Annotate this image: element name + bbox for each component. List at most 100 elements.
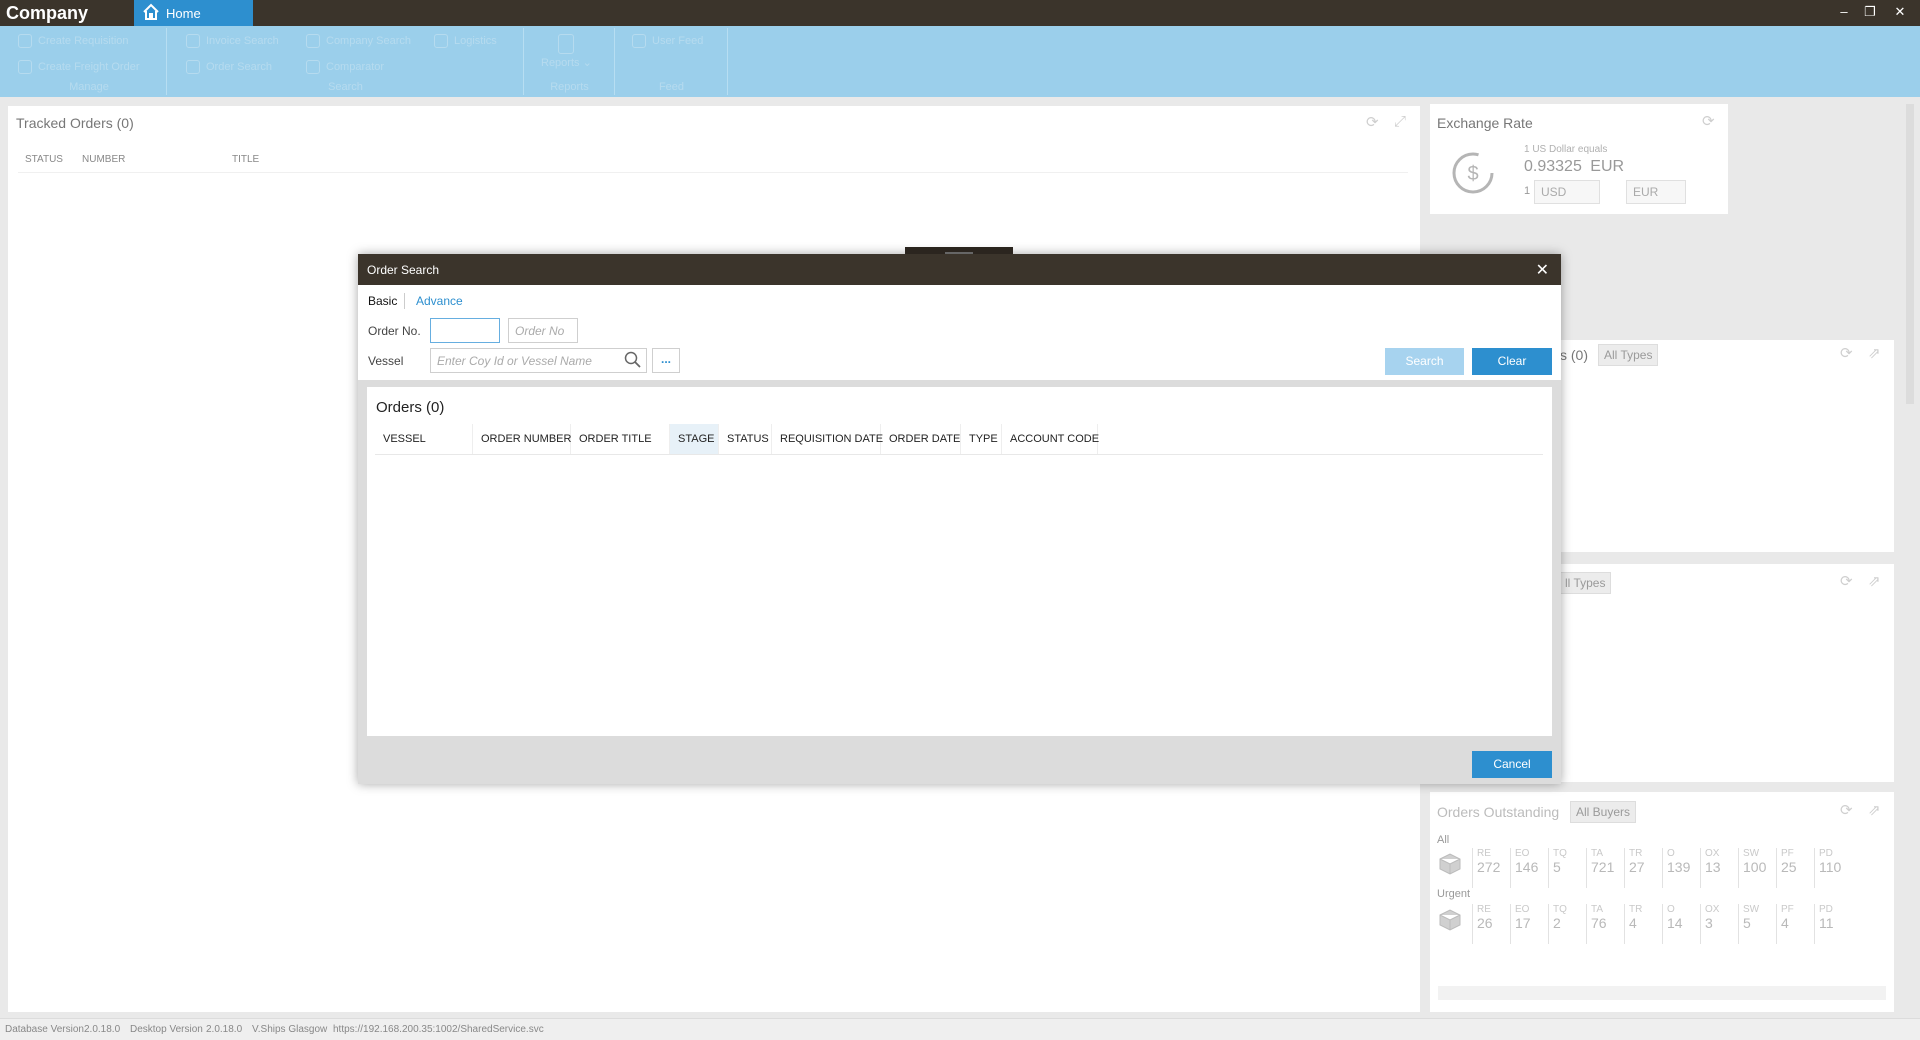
report-icon <box>558 34 575 54</box>
refresh-icon[interactable]: ⟳ <box>1702 112 1715 130</box>
outstanding-cell[interactable]: O 14 <box>1662 904 1700 944</box>
ribbon: Create Requisition Create Freight Order … <box>0 26 1920 97</box>
refresh-icon[interactable]: ⟳ <box>1366 113 1379 131</box>
column-requisition-date[interactable]: REQUISITION DATE <box>772 424 883 454</box>
tab-home[interactable]: Home <box>134 0 253 26</box>
order-search-button[interactable]: Order Search <box>186 60 272 74</box>
status-bar: Database Version 2.0.18.0 Desktop Versio… <box>0 1018 1920 1040</box>
outstanding-cell[interactable]: TQ 2 <box>1548 904 1586 944</box>
cell-value: 110 <box>1819 859 1842 875</box>
outstanding-cell[interactable]: TQ 5 <box>1548 848 1586 888</box>
external-link-icon[interactable]: ⇗ <box>1868 344 1881 362</box>
create-requisition-button[interactable]: Create Requisition <box>18 34 129 48</box>
outstanding-cell[interactable]: PF 4 <box>1776 904 1814 944</box>
vessel-lookup-button[interactable]: ... <box>652 348 680 373</box>
external-link-icon[interactable]: ⇗ <box>1868 572 1881 590</box>
outstanding-cell[interactable]: SW 5 <box>1738 904 1776 944</box>
plane-icon <box>18 60 32 74</box>
logistics-button[interactable]: Logistics <box>434 34 497 48</box>
outstanding-cell[interactable]: PD 11 <box>1814 904 1852 944</box>
dialog-header[interactable]: Order Search ✕ <box>358 254 1561 285</box>
service-url: https://192.168.200.35:1002/SharedServic… <box>333 1024 544 1035</box>
column-title[interactable]: TITLE <box>232 154 259 165</box>
buyer-filter[interactable]: All Buyers <box>1570 801 1637 823</box>
type-filter[interactable]: All Types <box>1598 344 1659 366</box>
outstanding-cell[interactable]: TA 76 <box>1586 904 1624 944</box>
order-search-label: Order Search <box>206 61 273 73</box>
from-currency-input[interactable]: USD <box>1534 180 1600 204</box>
cell-value: 25 <box>1781 859 1797 875</box>
order-no-prefix-input[interactable] <box>430 318 500 343</box>
cell-value: 3 <box>1705 915 1713 931</box>
clear-button[interactable]: Clear <box>1472 348 1552 375</box>
vessel-input[interactable]: Enter Coy Id or Vessel Name <box>430 348 647 373</box>
column-order-number[interactable]: ORDER NUMBER <box>473 424 571 454</box>
company-search-button[interactable]: Company Search <box>306 34 411 48</box>
to-currency-input[interactable]: EUR <box>1626 180 1686 204</box>
cell-value: 11 <box>1819 915 1834 931</box>
user-feed-button[interactable]: User Feed <box>632 34 703 48</box>
minimize-button[interactable]: – <box>1836 4 1852 20</box>
vertical-scrollbar[interactable] <box>1906 104 1914 404</box>
column-status[interactable]: STATUS <box>719 424 772 454</box>
app-title: Company <box>6 3 89 23</box>
outstanding-cell[interactable]: OX 13 <box>1700 848 1738 888</box>
comparator-button[interactable]: Comparator <box>306 60 384 74</box>
create-freight-order-button[interactable]: Create Freight Order <box>18 60 139 74</box>
outstanding-cell[interactable]: EO 17 <box>1510 904 1548 944</box>
outstanding-cell[interactable]: RE 272 <box>1472 848 1510 888</box>
close-icon[interactable]: ✕ <box>1536 260 1549 280</box>
refresh-icon[interactable]: ⟳ <box>1840 572 1853 590</box>
outstanding-cell[interactable]: PD 110 <box>1814 848 1852 888</box>
outstanding-cell[interactable]: O 139 <box>1662 848 1700 888</box>
dialog-title: Order Search <box>367 263 440 277</box>
exchange-equals-text: 1 US Dollar equals <box>1524 144 1608 155</box>
outstanding-cell[interactable]: RE 26 <box>1472 904 1510 944</box>
ribbon-group-feed: User Feed Feed <box>616 28 728 95</box>
reports-button[interactable]: Reports ⌄ <box>541 34 592 69</box>
column-order-title[interactable]: ORDER TITLE <box>571 424 670 454</box>
expand-icon[interactable]: ⤢ <box>1394 113 1406 130</box>
side-panel-1-title: s (0) <box>1560 347 1588 363</box>
cell-value: 146 <box>1515 859 1539 875</box>
order-no-label: Order No. <box>368 324 421 338</box>
outstanding-cell[interactable]: EO 146 <box>1510 848 1548 888</box>
search-icon <box>186 34 200 48</box>
horizontal-scrollbar[interactable] <box>1438 986 1886 1000</box>
box-icon <box>1439 909 1461 931</box>
cancel-button[interactable]: Cancel <box>1472 751 1552 778</box>
external-link-icon[interactable]: ⇗ <box>1868 801 1881 819</box>
outstanding-cell[interactable]: TA 721 <box>1586 848 1624 888</box>
cell-value: 100 <box>1743 859 1767 875</box>
column-type[interactable]: TYPE <box>961 424 1002 454</box>
column-order-date[interactable]: ORDER DATE <box>881 424 961 454</box>
outstanding-cell[interactable]: TR 4 <box>1624 904 1662 944</box>
cell-value: 272 <box>1477 859 1501 875</box>
search-button[interactable]: Search <box>1385 348 1464 375</box>
search-icon[interactable] <box>624 351 642 369</box>
outstanding-cell[interactable]: OX 3 <box>1700 904 1738 944</box>
order-no-input[interactable]: Order No <box>508 318 578 343</box>
column-account-code[interactable]: ACCOUNT CODE <box>1002 424 1099 454</box>
invoice-search-button[interactable]: Invoice Search <box>186 34 279 48</box>
refresh-icon[interactable]: ⟳ <box>1840 344 1853 362</box>
column-vessel[interactable]: VESSEL <box>375 424 473 454</box>
outstanding-cell[interactable]: SW 100 <box>1738 848 1776 888</box>
close-window-button[interactable]: ✕ <box>1892 4 1908 20</box>
column-stage[interactable]: STAGE <box>670 424 719 454</box>
column-status[interactable]: STATUS <box>25 154 63 165</box>
column-number[interactable]: NUMBER <box>82 154 125 165</box>
title-bar: Company Home – ❐ ✕ <box>0 0 1920 26</box>
currency-exchange-icon: $ <box>1452 152 1494 194</box>
type-filter[interactable]: ll Types <box>1560 572 1612 594</box>
refresh-icon[interactable]: ⟳ <box>1840 801 1853 819</box>
outstanding-cell[interactable]: TR 27 <box>1624 848 1662 888</box>
outstanding-cell[interactable]: PF 25 <box>1776 848 1814 888</box>
ribbon-group-label: Manage <box>69 81 109 93</box>
restore-button[interactable]: ❐ <box>1862 4 1878 20</box>
tab-basic[interactable]: Basic <box>368 294 397 308</box>
orders-outstanding-title: Orders Outstanding <box>1437 804 1560 820</box>
row-label-all: All <box>1437 834 1450 846</box>
cell-code: TR <box>1629 904 1643 915</box>
tab-advance[interactable]: Advance <box>416 294 463 308</box>
